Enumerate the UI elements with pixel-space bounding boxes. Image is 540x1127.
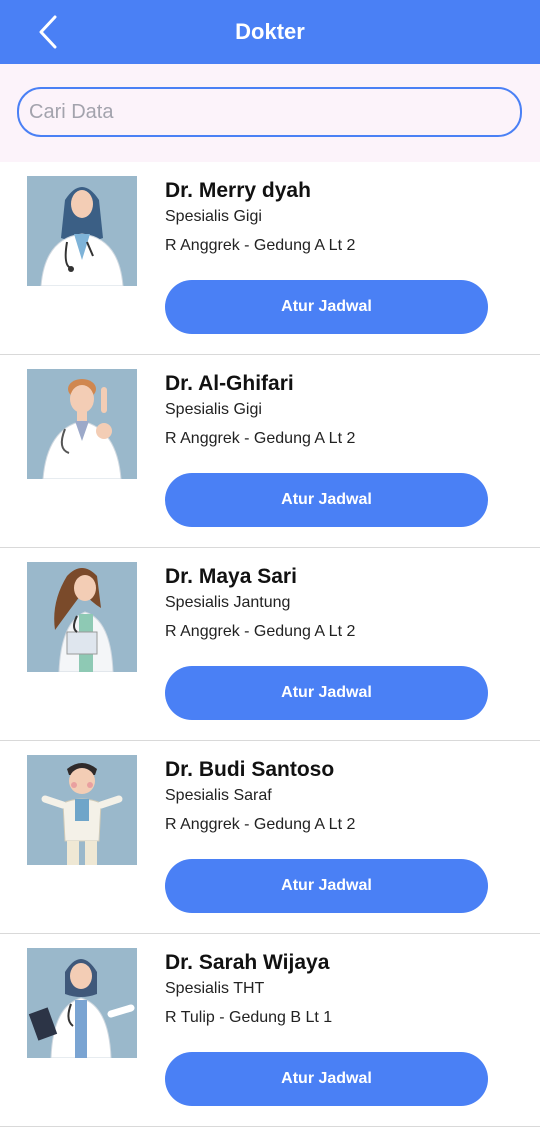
search-input[interactable] — [17, 87, 522, 137]
doctor-avatar — [27, 755, 137, 865]
doctor-room: R Tulip - Gedung B Lt 1 — [165, 1009, 333, 1026]
doctor-specialty: Spesialis Gigi — [165, 208, 262, 225]
doctor-list: Dr. Merry dyah Spesialis Gigi R Anggrek … — [0, 162, 540, 1127]
page-title: Dokter — [235, 19, 305, 44]
doctor-room: R Anggrek - Gedung A Lt 2 — [165, 430, 356, 447]
doctor-specialty: Spesialis Gigi — [165, 401, 262, 418]
atur-jadwal-button[interactable]: Atur Jadwal — [165, 473, 488, 527]
doctor-room: R Anggrek - Gedung A Lt 2 — [165, 237, 356, 254]
doctor-name: Dr. Merry dyah — [165, 179, 311, 202]
doctor-specialty: Spesialis Jantung — [165, 594, 291, 611]
doctor-specialty: Spesialis Saraf — [165, 787, 272, 804]
doctor-card: Dr. Sarah Wijaya Spesialis THT R Tulip -… — [0, 934, 540, 1127]
doctor-avatar — [27, 369, 137, 479]
doctor-card: Dr. Merry dyah Spesialis Gigi R Anggrek … — [0, 162, 540, 355]
doctor-card: Dr. Budi Santoso Spesialis Saraf R Anggr… — [0, 741, 540, 934]
doctor-card: Dr. Maya Sari Spesialis Jantung R Anggre… — [0, 548, 540, 741]
atur-jadwal-button[interactable]: Atur Jadwal — [165, 859, 488, 913]
atur-jadwal-button[interactable]: Atur Jadwal — [165, 280, 488, 334]
doctor-name: Dr. Maya Sari — [165, 565, 297, 588]
doctor-name: Dr. Budi Santoso — [165, 758, 335, 781]
doctor-specialty: Spesialis THT — [165, 980, 265, 997]
doctor-room: R Anggrek - Gedung A Lt 2 — [165, 623, 356, 640]
atur-jadwal-button[interactable]: Atur Jadwal — [165, 1052, 488, 1106]
doctor-avatar — [27, 948, 137, 1058]
doctor-name: Dr. Al-Ghifari — [165, 372, 294, 395]
doctor-avatar — [27, 176, 137, 286]
doctor-room: R Anggrek - Gedung A Lt 2 — [165, 816, 356, 833]
doctor-name: Dr. Sarah Wijaya — [165, 951, 330, 974]
search-area — [0, 64, 540, 162]
atur-jadwal-button[interactable]: Atur Jadwal — [165, 666, 488, 720]
doctor-card: Dr. Al-Ghifari Spesialis Gigi R Anggrek … — [0, 355, 540, 548]
doctor-avatar — [27, 562, 137, 672]
app-bar: Dokter — [0, 0, 540, 64]
